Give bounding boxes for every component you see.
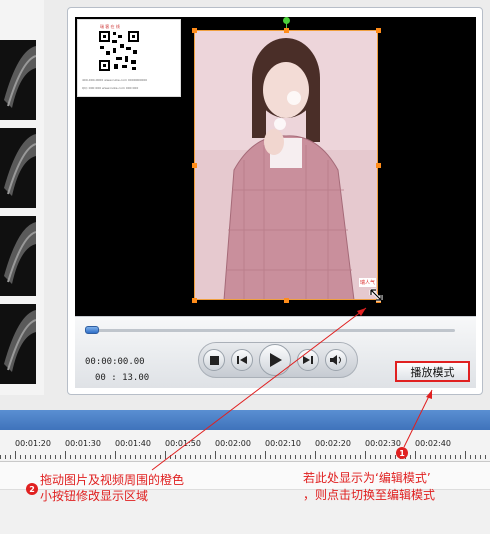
editor-window: 瑞 客 在 线 400-000-0000 www.ruike.com 00000… <box>0 0 490 534</box>
annotation-badge-1: 1 <box>396 447 408 459</box>
annotation-note-2-line2: 小按钮修改显示区域 <box>40 489 149 503</box>
annotation-badge-2: 2 <box>26 483 38 495</box>
annotation-arrows <box>151 307 433 471</box>
annotation-note-1-line1: 若此处显示为‘编辑模式’ <box>303 471 431 485</box>
annotation-note-1-line2: ，则点击切换至编辑模式 <box>303 488 436 502</box>
annotation-note-2-line1: 拖动图片及视频周围的橙色 <box>40 473 185 487</box>
